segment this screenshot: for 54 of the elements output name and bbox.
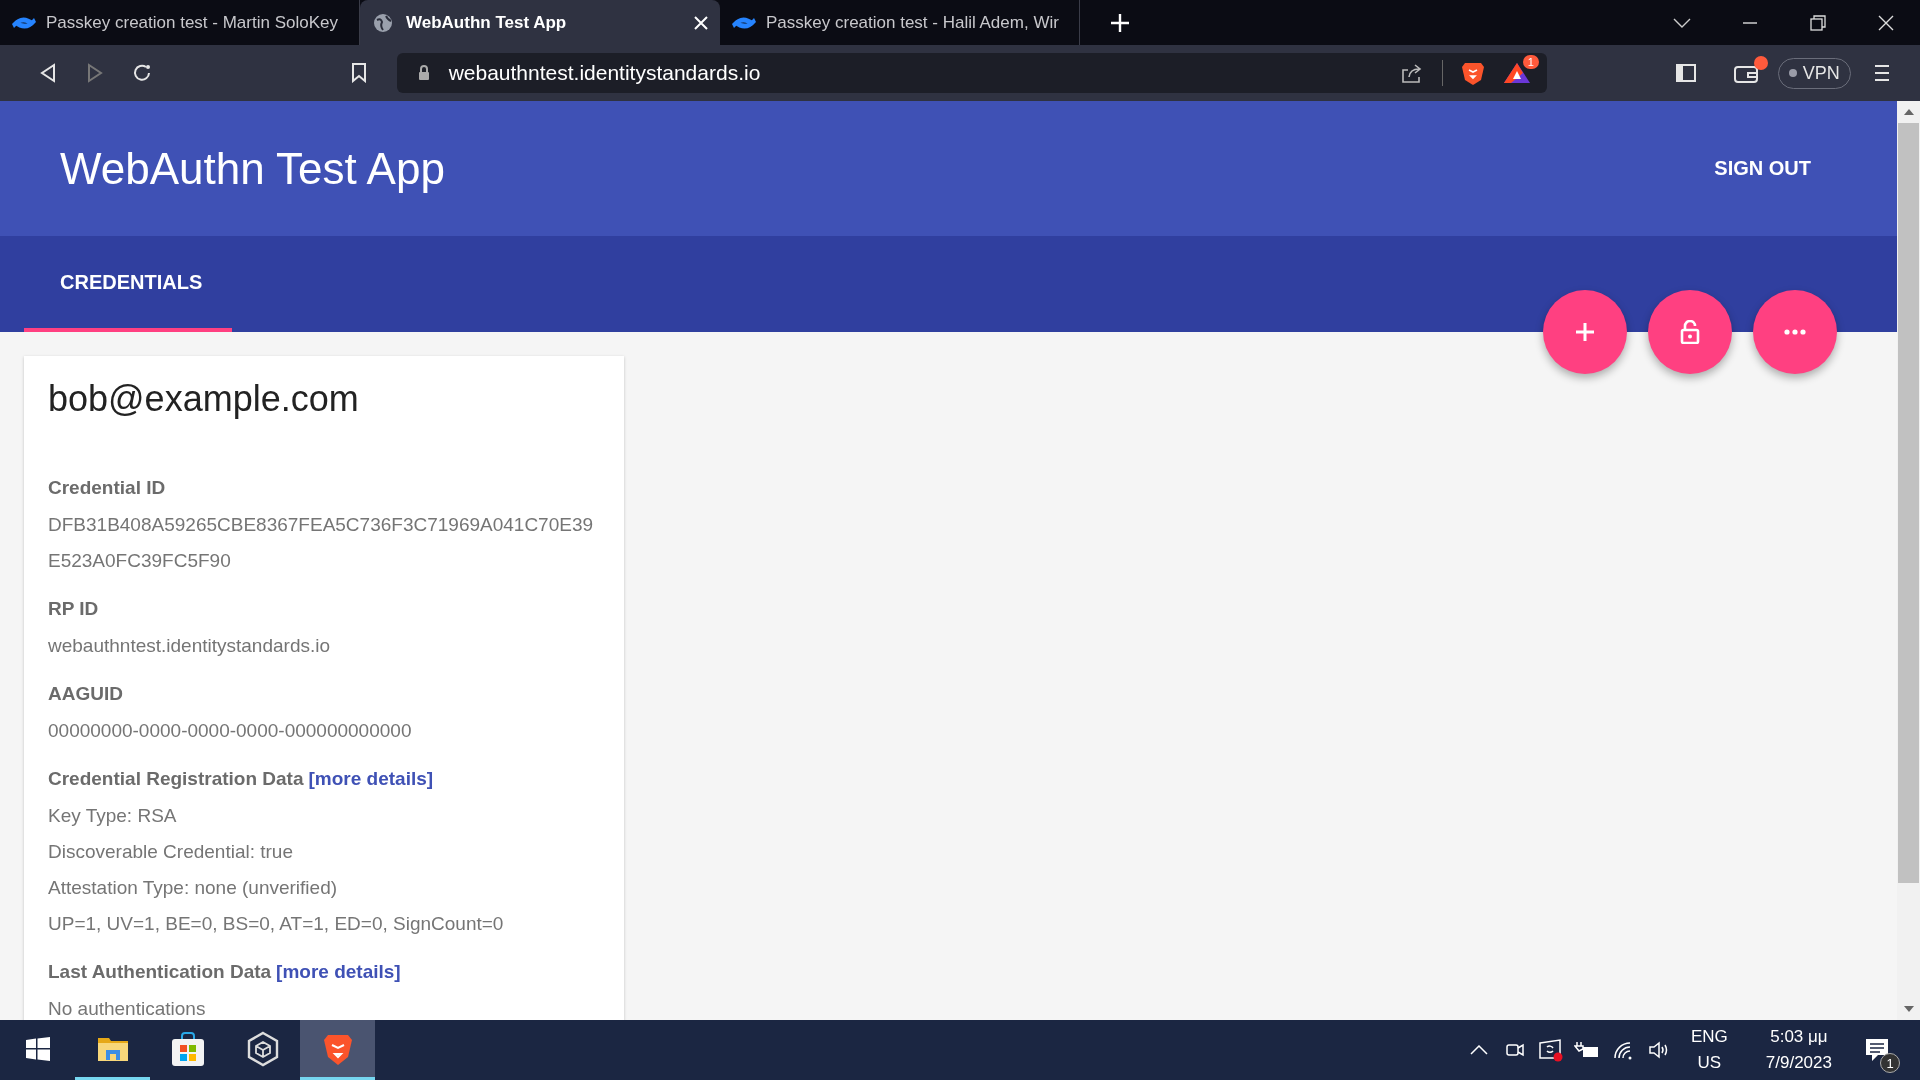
store-bag-icon bbox=[170, 1030, 205, 1067]
field-label: Credential ID bbox=[48, 477, 166, 498]
restore-icon[interactable] bbox=[1810, 14, 1826, 31]
battery-plug-icon[interactable] bbox=[1573, 1041, 1600, 1059]
clock[interactable]: 5:03 μμ 7/9/2023 bbox=[1765, 1027, 1832, 1073]
field-label: Last Authentication Data bbox=[48, 961, 272, 982]
close-icon[interactable] bbox=[1878, 14, 1894, 31]
url-text: webauthntest.identitystandards.io bbox=[448, 61, 761, 85]
back-icon[interactable] bbox=[38, 63, 57, 83]
forward-icon[interactable] bbox=[85, 63, 104, 83]
chevron-down-icon[interactable] bbox=[1673, 16, 1691, 29]
unlock-button[interactable] bbox=[1648, 290, 1732, 374]
bookmark-icon[interactable] bbox=[351, 63, 368, 83]
scrollbar[interactable] bbox=[1897, 101, 1920, 1020]
notification-badge: 1 bbox=[1522, 55, 1539, 69]
more-details-link[interactable]: [more details] bbox=[276, 961, 401, 982]
more-details-link[interactable]: [more details] bbox=[308, 768, 434, 789]
field-value: No authentications bbox=[48, 997, 207, 1020]
menu-icon[interactable] bbox=[1874, 64, 1891, 82]
address-bar[interactable]: webauthntest.identitystandards.io 1 bbox=[396, 53, 1547, 93]
more-button[interactable] bbox=[1753, 290, 1837, 374]
add-icon bbox=[1573, 320, 1597, 344]
speaker-icon[interactable] bbox=[1647, 1040, 1670, 1060]
field-value: Attestation Type: none (unverified) bbox=[48, 876, 339, 900]
more-icon bbox=[1783, 329, 1807, 335]
field-value: Discoverable Credential: true bbox=[48, 840, 294, 864]
new-tab-icon[interactable] bbox=[1110, 12, 1130, 33]
card-title: bob@example.com bbox=[48, 378, 360, 420]
field-value: webauthntest.identitystandards.io bbox=[48, 634, 331, 658]
chevron-up-icon[interactable] bbox=[1469, 1045, 1488, 1055]
notification-dot bbox=[1753, 56, 1768, 70]
add-button[interactable] bbox=[1543, 290, 1627, 374]
credentials-tab[interactable]: CREDENTIALS bbox=[24, 236, 232, 332]
windows-icon bbox=[24, 1035, 51, 1062]
browser-tab[interactable]: WebAuthn Test App bbox=[360, 0, 720, 45]
sign-out-link[interactable]: SIGN OUT bbox=[1714, 157, 1811, 180]
app-title: WebAuthn Test App bbox=[60, 143, 445, 194]
field-value: DFB31B408A59265CBE8367FEA5C736F3C71969A041C70E39E523A0FC39FC5F90 bbox=[48, 513, 595, 573]
display-sync-icon[interactable] bbox=[1537, 1038, 1564, 1062]
field-value: Key Type: RSA bbox=[48, 804, 178, 828]
share-icon[interactable] bbox=[1399, 62, 1424, 84]
notification-count: 1 bbox=[1880, 1053, 1900, 1073]
field-label: RP ID bbox=[48, 598, 99, 619]
field-value: UP=1, UV=1, BE=0, BS=0, AT=1, ED=0, SignCount=0 bbox=[48, 912, 505, 936]
field-value: 00000000-0000-0000-0000-000000000000 bbox=[48, 719, 413, 743]
language-indicator[interactable]: ENG US bbox=[1690, 1027, 1728, 1073]
unlock-icon bbox=[1678, 320, 1702, 344]
wifi-icon[interactable] bbox=[1611, 1040, 1634, 1060]
field-label: Credential Registration Data bbox=[48, 768, 304, 789]
cube-icon bbox=[245, 1030, 280, 1067]
lion-shield-taskbar-button[interactable] bbox=[300, 1020, 375, 1080]
sidebar-icon[interactable] bbox=[1676, 63, 1697, 83]
field-label: AAGUID bbox=[48, 683, 123, 704]
lock-icon bbox=[416, 65, 431, 81]
